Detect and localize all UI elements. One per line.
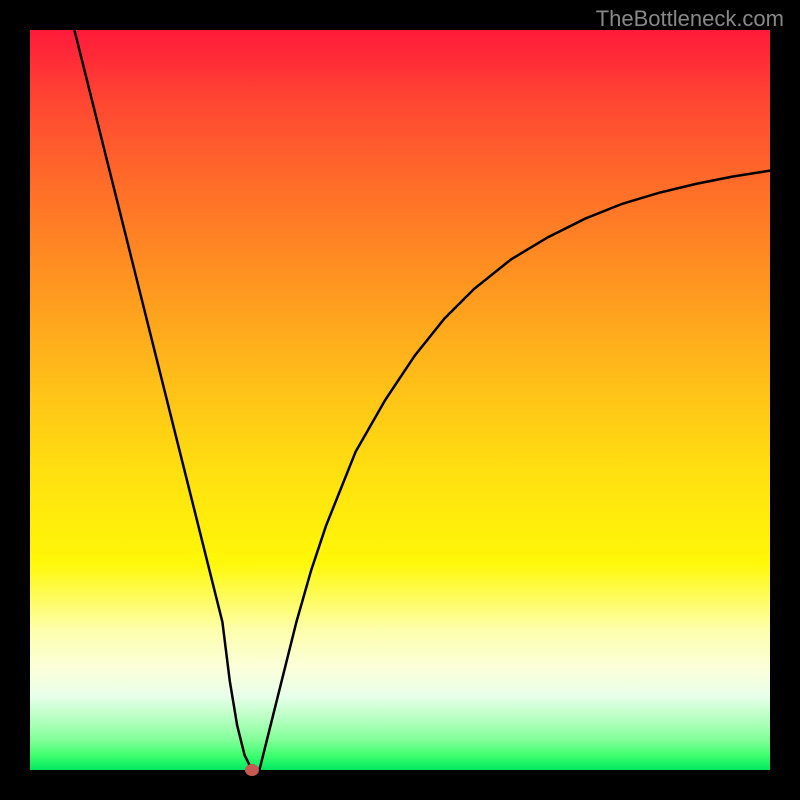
chart-plot-area xyxy=(30,30,770,770)
optimal-point-marker xyxy=(245,764,259,776)
watermark-text: TheBottleneck.com xyxy=(596,6,784,32)
bottleneck-curve xyxy=(30,30,770,770)
